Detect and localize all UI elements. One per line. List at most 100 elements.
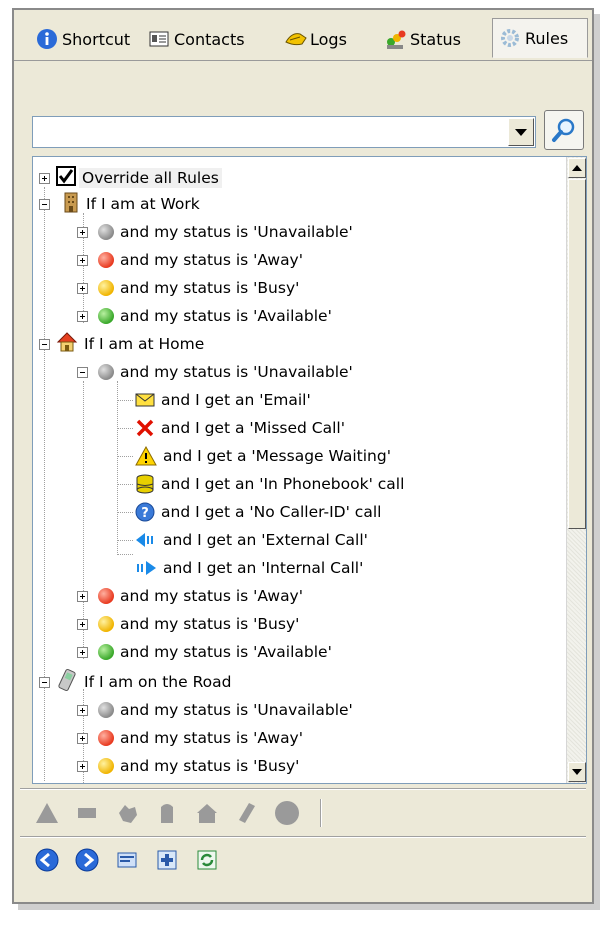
office-building-icon[interactable] [154,800,180,826]
gear-icon [499,27,521,49]
mobile-phone-icon[interactable] [234,800,260,826]
triangle-icon[interactable] [34,800,60,826]
status-yellow-icon [98,280,114,296]
tree-label: and I get an 'In Phonebook' call [161,475,405,493]
tree-label: Override all Rules [79,168,222,188]
dropdown-button[interactable] [508,118,534,146]
tree-node-event-phonebook[interactable]: and I get an 'In Phonebook' call [135,471,404,497]
rules-tree[interactable]: Override all Rules If I am at Work and m… [32,156,587,784]
tab-rules[interactable]: Rules [492,18,588,58]
search-icon [552,118,575,142]
expand-toggle[interactable] [77,310,88,322]
tab-shortcut[interactable]: Shortcut [36,22,130,56]
status-grey-icon [98,364,114,380]
envelope-icon [135,393,155,407]
expand-toggle[interactable] [77,226,88,238]
tree-label: and my status is 'Busy' [120,615,300,633]
tab-status[interactable]: Status [384,22,461,56]
tree-label: and my status is 'Away' [120,729,303,747]
search-button[interactable] [544,110,584,150]
pointer-hand-icon[interactable] [114,800,140,826]
house-icon[interactable] [194,800,220,826]
search-row [32,110,587,152]
status-red-icon [98,588,114,604]
add-item-icon[interactable] [154,847,180,873]
tree-node-home-away[interactable]: and my status is 'Away' [77,583,303,609]
tree-node-work[interactable]: If I am at Work [39,191,200,217]
divider [20,788,586,790]
tree-label: and I get an 'Email' [161,391,311,409]
checkbox-checked-icon[interactable] [56,166,76,190]
tree-label: and my status is 'Away' [120,251,303,269]
status-yellow-icon [98,616,114,632]
scroll-up-button[interactable] [568,158,586,178]
tab-logs[interactable]: Logs [284,22,347,56]
tree-label: and I get an 'External Call' [163,531,368,549]
expand-toggle[interactable] [77,618,88,630]
expand-toggle[interactable] [77,646,88,658]
tree-label: and my status is 'Busy' [120,279,300,297]
tree-connector [117,456,133,457]
rectangle-icon[interactable] [74,800,100,826]
tree-node-home-available[interactable]: and my status is 'Available' [77,639,332,665]
tree-node-road-away[interactable]: and my status is 'Away' [77,725,303,751]
tree-node-home-unavailable[interactable]: and my status is 'Unavailable' [77,359,353,385]
status-grey-icon [98,702,114,718]
expand-toggle[interactable] [77,732,88,744]
forward-arrow-icon[interactable] [74,847,100,873]
collapse-toggle[interactable] [39,198,50,210]
tree-node-event-internal-call[interactable]: and I get an 'Internal Call' [135,555,363,581]
collapse-toggle[interactable] [77,366,88,378]
expand-toggle[interactable] [77,282,88,294]
tree-node-home[interactable]: If I am at Home [39,331,204,357]
toolbar-navigation [34,846,220,874]
tree-node-work-unavailable[interactable]: and my status is 'Unavailable' [77,219,353,245]
tree-node-work-available[interactable]: and my status is 'Available' [77,303,332,329]
back-arrow-icon[interactable] [34,847,60,873]
expand-toggle[interactable] [39,172,50,184]
refresh-icon[interactable] [194,847,220,873]
status-green-icon [98,644,114,660]
tree-label: and my status is 'Available' [120,643,332,661]
tab-contacts[interactable]: Contacts [148,22,245,56]
status-red-icon [98,252,114,268]
status-yellow-icon [98,758,114,774]
tree-label: and my status is 'Busy' [120,757,300,775]
tree-node-event-email[interactable]: and I get an 'Email' [135,387,311,413]
tree-node-event-message-waiting[interactable]: and I get a 'Message Waiting' [135,443,391,469]
expand-toggle[interactable] [77,590,88,602]
tree-node-home-busy[interactable]: and my status is 'Busy' [77,611,299,637]
tree-label: If I am at Work [86,195,200,213]
collapse-toggle[interactable] [39,338,50,350]
search-input[interactable] [36,118,510,148]
tree-node-work-away[interactable]: and my status is 'Away' [77,247,303,273]
tree-label: If I am at Home [84,335,205,353]
tab-label: Logs [310,29,347,49]
tree-node-road-unavailable[interactable]: and my status is 'Unavailable' [77,697,353,723]
divider [20,836,586,838]
address-card-icon [148,28,170,50]
rules-window: Shortcut Contacts Logs Status Rules Over… [12,8,594,904]
house-icon [56,331,78,357]
circle-icon[interactable] [274,800,300,826]
tree-node-road[interactable]: If I am on the Road [39,668,231,695]
tree-node-event-external-call[interactable]: and I get an 'External Call' [135,527,368,553]
tree-label: and my status is 'Unavailable' [120,701,353,719]
collapse-toggle[interactable] [39,676,50,688]
tree-label: and my status is 'Away' [120,587,303,605]
arrow-right-icon [137,561,156,575]
scroll-down-button[interactable] [568,762,586,782]
expand-toggle[interactable] [77,254,88,266]
tree-node-road-busy[interactable]: and my status is 'Busy' [77,753,299,779]
card-icon[interactable] [114,847,140,873]
scrollbar-thumb[interactable] [568,179,586,529]
tree-node-event-missed-call[interactable]: and I get a 'Missed Call' [135,415,345,441]
tree-node-event-no-caller-id[interactable]: ? and I get a 'No Caller-ID' call [135,499,381,525]
vertical-scrollbar[interactable] [566,157,586,783]
expand-toggle[interactable] [77,760,88,772]
expand-toggle[interactable] [77,704,88,716]
tree-node-work-busy[interactable]: and my status is 'Busy' [77,275,299,301]
tree-node-override[interactable]: Override all Rules [39,165,222,191]
search-combobox[interactable] [32,116,536,148]
status-grey-icon [98,224,114,240]
